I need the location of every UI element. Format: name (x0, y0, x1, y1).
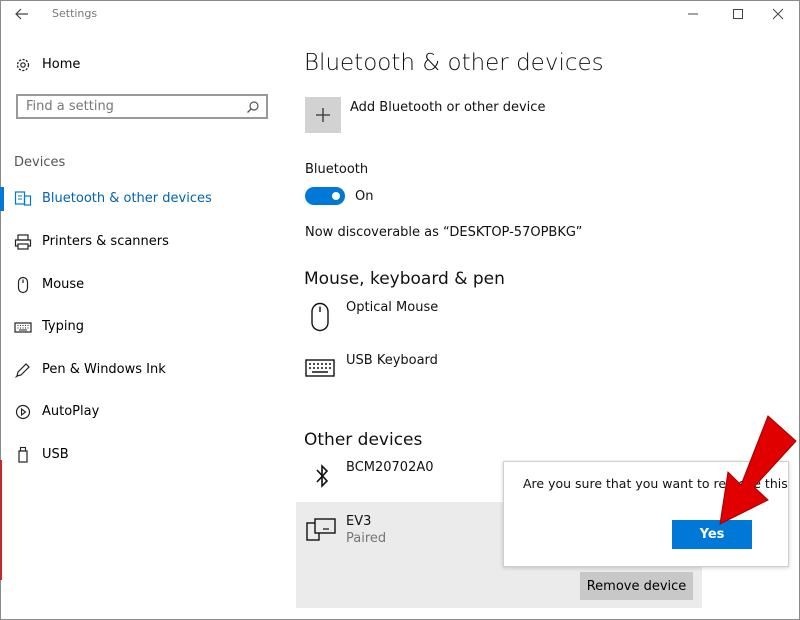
add-device-label[interactable]: Add Bluetooth or other device (350, 100, 545, 115)
minimize-icon[interactable] (682, 3, 704, 25)
bluetooth-icon (316, 464, 329, 488)
close-icon[interactable] (767, 3, 789, 25)
toggle-knob (332, 192, 340, 200)
selection-indicator (0, 187, 4, 211)
mouse-icon (17, 276, 29, 294)
edge-marker (0, 460, 2, 580)
sidebar-item-pen[interactable]: Pen & Windows Ink (42, 362, 166, 377)
usb-icon (18, 446, 28, 463)
plus-icon (316, 108, 330, 122)
bluetooth-toggle[interactable] (305, 187, 345, 205)
sidebar-item-usb[interactable]: USB (42, 447, 69, 462)
add-device-button[interactable] (305, 97, 341, 133)
bluetooth-label: Bluetooth (305, 162, 369, 177)
search-input[interactable]: Find a setting (16, 94, 268, 119)
section-mouse-keyboard: Mouse, keyboard & pen (304, 269, 505, 289)
keyboard-icon (14, 322, 32, 333)
section-other-devices: Other devices (304, 430, 423, 450)
page-title: Bluetooth & other devices (304, 50, 604, 76)
search-placeholder: Find a setting (26, 99, 114, 114)
device-ev3-name[interactable]: EV3 (346, 514, 371, 529)
bluetooth-devices-icon (14, 191, 32, 206)
device-ev3-status: Paired (346, 531, 387, 546)
device-optical-mouse[interactable]: Optical Mouse (346, 300, 438, 315)
device-usb-keyboard[interactable]: USB Keyboard (346, 353, 438, 368)
sidebar-item-mouse[interactable]: Mouse (42, 277, 84, 292)
back-arrow-icon[interactable] (12, 4, 32, 24)
red-arrow-icon (719, 415, 797, 525)
gear-icon (16, 58, 30, 72)
maximize-icon[interactable] (727, 3, 749, 25)
discoverable-text: Now discoverable as “DESKTOP-57OPBKG” (305, 225, 583, 240)
sidebar-item-bluetooth[interactable]: Bluetooth & other devices (42, 191, 212, 206)
device-bcm20702a0[interactable]: BCM20702A0 (346, 460, 434, 475)
sidebar-section-devices: Devices (14, 155, 66, 170)
device-icon (306, 518, 336, 541)
remove-device-button[interactable]: Remove device (580, 572, 693, 600)
sidebar-item-autoplay[interactable]: AutoPlay (42, 404, 99, 419)
bluetooth-state: On (355, 189, 374, 204)
sidebar-home[interactable]: Home (42, 57, 80, 72)
autoplay-icon (15, 404, 31, 420)
pen-icon (15, 363, 30, 378)
window-title: Settings (52, 7, 98, 20)
sidebar-item-printers[interactable]: Printers & scanners (42, 234, 169, 249)
keyboard-icon (305, 359, 335, 377)
search-icon (247, 101, 259, 113)
printer-icon (14, 234, 32, 250)
sidebar-item-typing[interactable]: Typing (42, 319, 84, 334)
mouse-icon (311, 302, 329, 332)
